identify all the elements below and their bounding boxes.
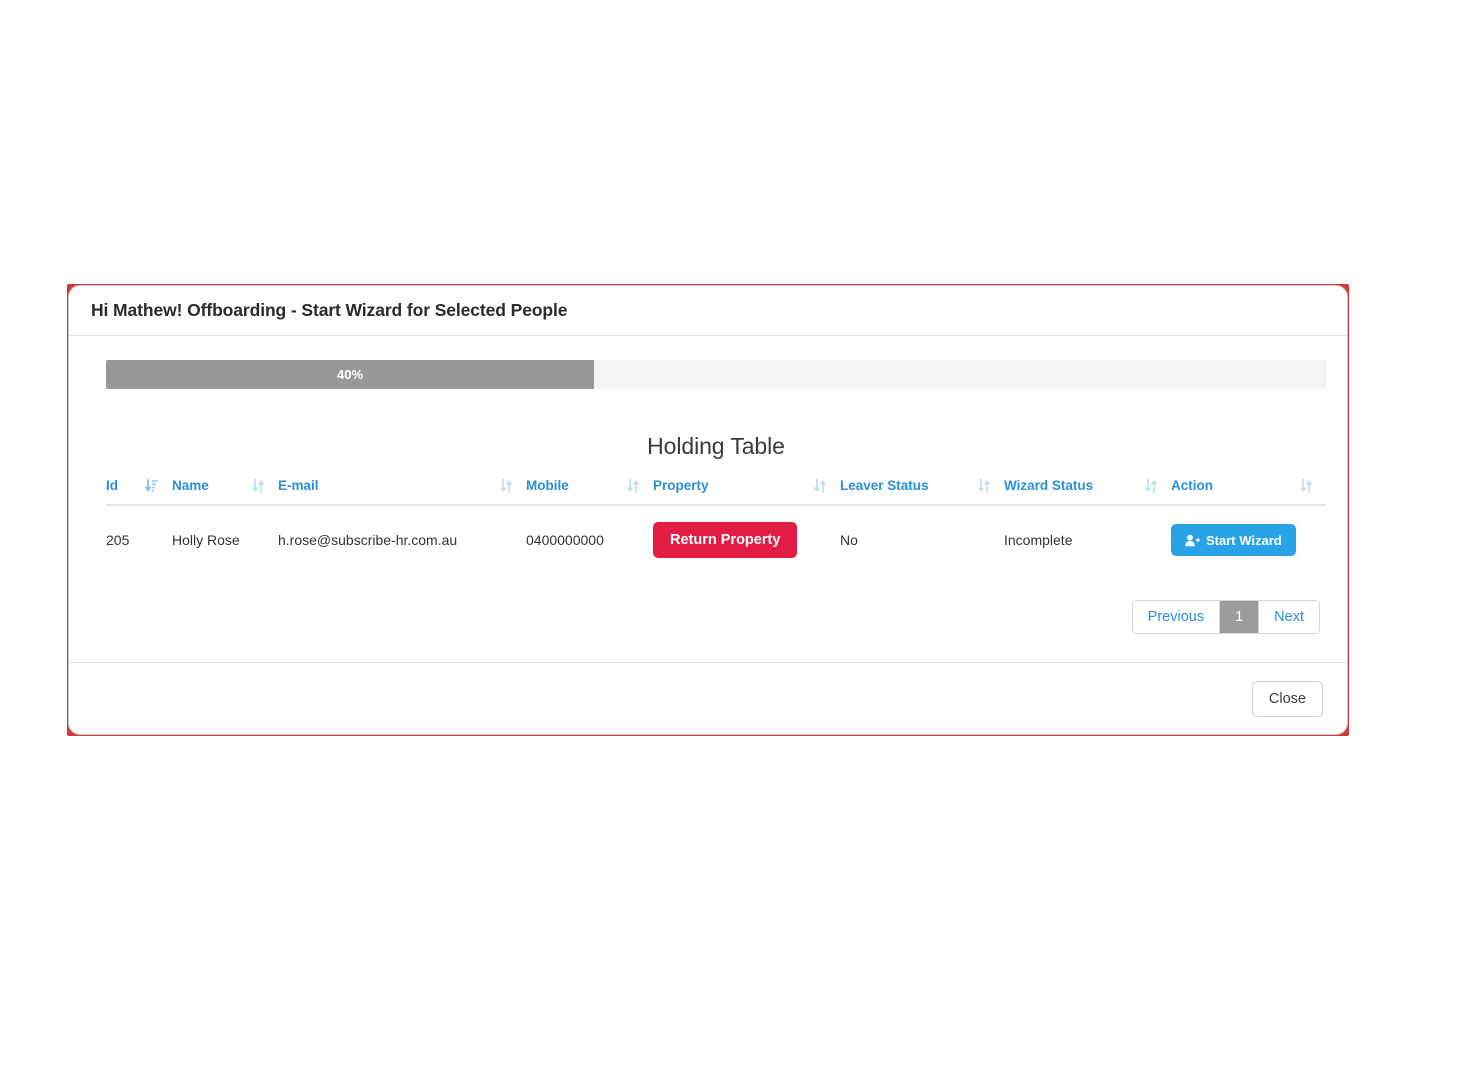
cell-mobile: 0400000000: [526, 532, 604, 548]
cell-email: h.rose@subscribe-hr.com.au: [278, 532, 458, 548]
pagination-wrapper: Previous 1 Next: [106, 600, 1326, 634]
user-plus-icon: [1185, 534, 1200, 547]
sort-icon[interactable]: [500, 478, 526, 493]
column-label-property: Property: [653, 478, 709, 493]
sort-icon[interactable]: [252, 478, 278, 493]
pagination-page-1[interactable]: 1: [1220, 601, 1260, 633]
modal-footer: Close: [69, 662, 1347, 734]
column-header-name[interactable]: Name: [172, 478, 278, 506]
modal-header: Hi Mathew! Offboarding - Start Wizard fo…: [69, 286, 1347, 336]
cell-wizard-status: Incomplete: [1004, 532, 1073, 548]
column-label-id: Id: [106, 478, 118, 493]
sort-icon[interactable]: [978, 478, 1004, 493]
offboarding-wizard-modal: Hi Mathew! Offboarding - Start Wizard fo…: [67, 284, 1349, 736]
column-header-id[interactable]: Id: [106, 478, 172, 506]
table-row: 205 Holly Rose h.rose@subscribe-hr.com.a…: [106, 505, 1326, 574]
return-property-button[interactable]: Return Property: [653, 522, 798, 558]
sort-amount-desc-icon[interactable]: [145, 478, 172, 493]
column-header-leaver-status[interactable]: Leaver Status: [840, 478, 1004, 506]
column-label-wizard-status: Wizard Status: [1004, 478, 1094, 493]
start-wizard-label: Start Wizard: [1206, 532, 1282, 548]
cell-leaver-status: No: [840, 532, 858, 548]
close-button[interactable]: Close: [1251, 680, 1323, 717]
sort-icon[interactable]: [1300, 478, 1326, 493]
column-header-property[interactable]: Property: [653, 478, 840, 506]
modal-title: Hi Mathew! Offboarding - Start Wizard fo…: [91, 300, 568, 320]
column-header-wizard-status[interactable]: Wizard Status: [1004, 478, 1171, 506]
column-label-action: Action: [1171, 478, 1213, 493]
cell-action: Start Wizard: [1171, 505, 1326, 574]
column-label-email: E-mail: [278, 478, 319, 493]
holding-table: Id Name E-mail Mobile Property Leaver St…: [106, 478, 1326, 574]
wizard-progress-bar: 40%: [106, 360, 1326, 389]
column-header-email[interactable]: E-mail: [278, 478, 526, 506]
table-header-row: Id Name E-mail Mobile Property Leaver St…: [106, 478, 1326, 506]
wizard-progress-fill: 40%: [106, 360, 594, 389]
sort-icon[interactable]: [627, 478, 653, 493]
wizard-progress-label: 40%: [336, 367, 364, 382]
holding-table-head: Id Name E-mail Mobile Property Leaver St…: [106, 478, 1326, 506]
sort-icon[interactable]: [814, 478, 840, 493]
modal-dialog: Hi Mathew! Offboarding - Start Wizard fo…: [68, 285, 1348, 735]
pagination: Previous 1 Next: [1131, 600, 1320, 634]
cell-property: Return Property: [653, 505, 840, 574]
column-header-mobile[interactable]: Mobile: [526, 478, 653, 506]
holding-table-title: Holding Table: [647, 433, 785, 459]
start-wizard-button[interactable]: Start Wizard: [1171, 524, 1296, 556]
column-header-action[interactable]: Action: [1171, 478, 1326, 506]
cell-id: 205: [106, 532, 130, 548]
pagination-next[interactable]: Next: [1259, 601, 1319, 633]
column-label-name: Name: [172, 478, 209, 493]
pagination-previous[interactable]: Previous: [1132, 601, 1221, 633]
sort-icon[interactable]: [1145, 478, 1171, 493]
column-label-leaver-status: Leaver Status: [840, 478, 929, 493]
cell-name: Holly Rose: [172, 532, 240, 548]
holding-table-body: 205 Holly Rose h.rose@subscribe-hr.com.a…: [106, 505, 1326, 574]
modal-body: 40% Holding Table Id Name E-mail Mobile …: [69, 336, 1347, 662]
column-label-mobile: Mobile: [526, 478, 569, 493]
